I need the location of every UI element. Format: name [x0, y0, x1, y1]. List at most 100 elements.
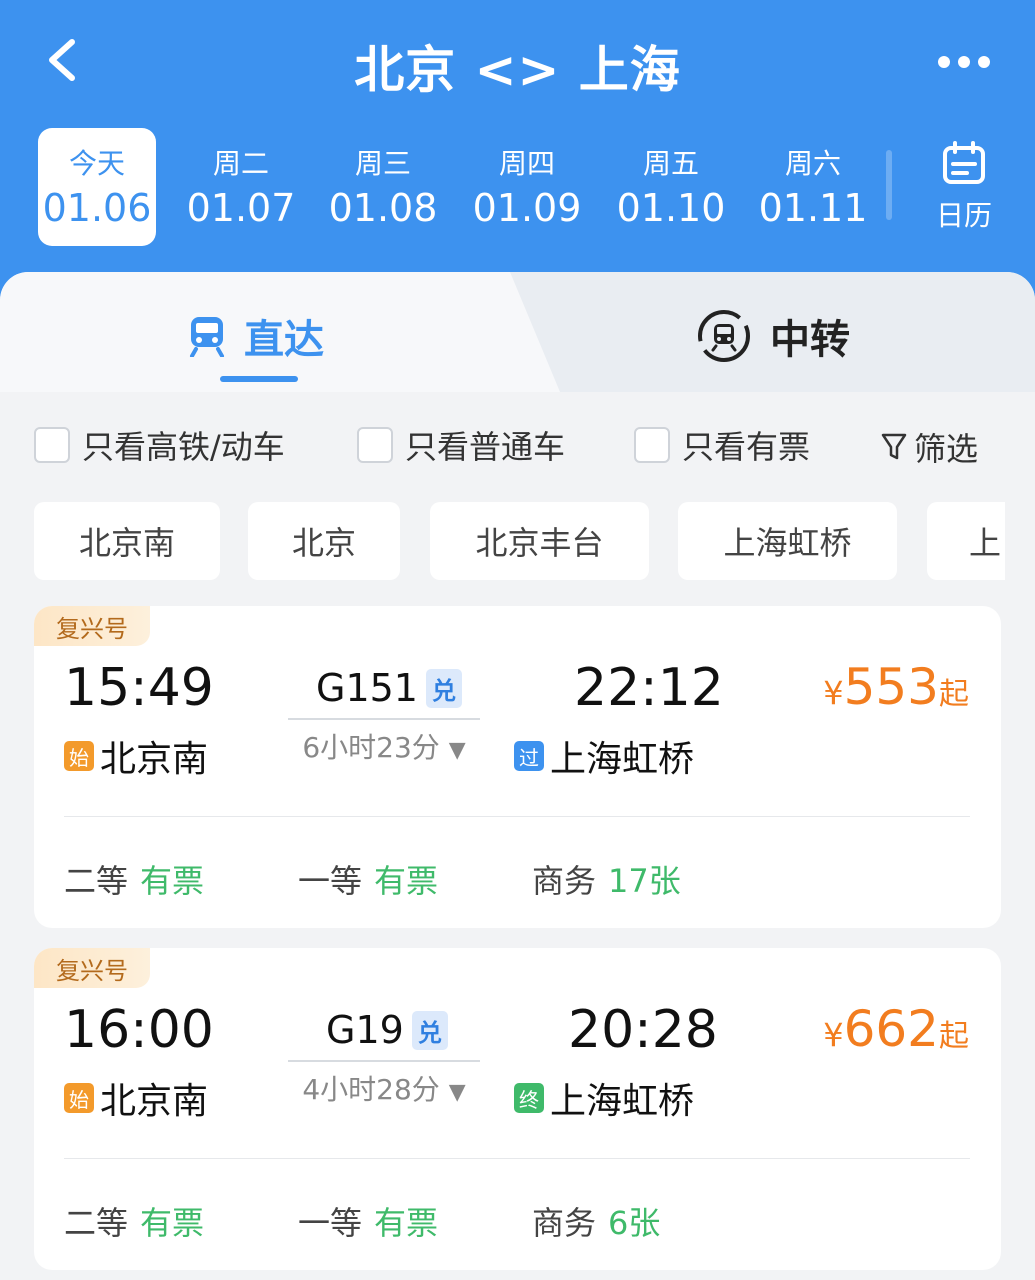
calendar-icon — [943, 141, 985, 184]
station-chip[interactable]: 北京丰台 — [430, 502, 649, 580]
seat-first-class: 一等 有票 — [298, 1198, 438, 1244]
train-icon — [190, 317, 224, 357]
train-card[interactable]: 复兴号 15:49 G151 兑 6小时23分 ▼ 22:12 始 北京南 过 … — [34, 606, 1001, 928]
seat-class: 一等 — [298, 862, 363, 900]
date-value: 01.09 — [472, 186, 582, 230]
date-item[interactable]: 周四 01.09 — [468, 128, 586, 246]
station-chip[interactable]: 北京 — [248, 502, 400, 580]
price: ¥ 662 起 — [823, 1000, 969, 1058]
train-number-text: G151 — [316, 666, 418, 710]
train-number-text: G19 — [326, 1008, 404, 1052]
date-value: 01.08 — [328, 186, 438, 230]
calendar-button[interactable]: 日历 — [918, 140, 1010, 240]
seat-status: 6张 — [608, 1204, 661, 1242]
redeem-badge: 兑 — [425, 668, 462, 708]
card-divider — [64, 816, 970, 817]
station-chip[interactable]: 上 — [927, 502, 1005, 580]
departure-time: 16:00 — [64, 1000, 214, 1060]
seat-status: 17张 — [608, 862, 681, 900]
tab-transfer-label: 中转 — [770, 317, 850, 363]
station-start-badge: 始 — [64, 741, 94, 771]
tab-transfer[interactable]: 中转 — [696, 306, 850, 366]
seat-class: 二等 — [64, 1204, 129, 1242]
filter-row: 只看高铁/动车 只看普通车 只看有票 筛选 — [0, 422, 1035, 472]
seat-business-class: 商务 6张 — [532, 1198, 660, 1244]
date-item[interactable]: 周三 01.08 — [324, 128, 442, 246]
page-title: 北京 <> 上海 — [354, 41, 681, 99]
arrival-station: 终 上海虹桥 — [514, 1072, 694, 1124]
departure-station: 始 北京南 — [64, 730, 208, 782]
date-item[interactable]: 周二 01.07 — [182, 128, 300, 246]
duration-line — [288, 718, 480, 720]
tab-direct[interactable]: 直达 — [188, 306, 324, 366]
filter-label: 只看有票 — [682, 428, 811, 466]
date-value: 01.10 — [616, 186, 726, 230]
more-button[interactable] — [929, 42, 999, 82]
station-end-badge: 终 — [514, 1083, 544, 1113]
departure-time: 15:49 — [64, 658, 214, 718]
seat-status: 有票 — [140, 1204, 205, 1242]
seat-second-class: 二等 有票 — [64, 1198, 204, 1244]
duration-toggle[interactable]: 6小时23分 ▼ — [288, 726, 480, 766]
duration-line — [288, 1060, 480, 1062]
station-chips: 北京南 北京 北京丰台 上海虹桥 上 — [0, 502, 1005, 582]
date-separator — [886, 150, 892, 220]
brand-tag: 复兴号 — [34, 948, 150, 988]
arrival-station: 过 上海虹桥 — [514, 730, 694, 782]
departure-station-name: 北京南 — [100, 1081, 209, 1122]
date-weekday: 今天 — [68, 147, 125, 180]
card-divider — [64, 1158, 970, 1159]
duration-toggle[interactable]: 4小时28分 ▼ — [288, 1068, 480, 1108]
date-weekday: 周三 — [354, 147, 411, 180]
tab-direct-label: 直达 — [244, 317, 324, 363]
date-weekday: 周五 — [642, 147, 699, 180]
train-card[interactable]: 复兴号 16:00 G19 兑 4小时28分 ▼ 20:28 始 北京南 终 上… — [34, 948, 1001, 1270]
seat-status: 有票 — [374, 862, 439, 900]
station-chip[interactable]: 北京南 — [34, 502, 220, 580]
more-dot-icon — [978, 56, 990, 68]
seat-class: 一等 — [298, 1204, 363, 1242]
checkbox[interactable] — [634, 427, 670, 463]
price: ¥ 553 起 — [823, 658, 969, 716]
filter-high-speed[interactable]: 只看高铁/动车 — [34, 422, 285, 468]
filter-normal-train[interactable]: 只看普通车 — [357, 422, 565, 468]
date-selector: 今天 01.06 周二 01.07 周三 01.08 周四 01.09 周五 0… — [38, 128, 998, 248]
arrival-time: 22:12 — [574, 658, 724, 718]
departure-station-name: 北京南 — [100, 739, 209, 780]
more-dot-icon — [958, 56, 970, 68]
seat-status: 有票 — [374, 1204, 439, 1242]
caret-down-icon: ▼ — [448, 1080, 466, 1105]
seat-first-class: 一等 有票 — [298, 856, 438, 902]
date-item-today[interactable]: 今天 01.06 — [38, 128, 156, 246]
price-amount: 662 — [843, 1000, 939, 1058]
departure-station: 始 北京南 — [64, 1072, 208, 1124]
date-item[interactable]: 周五 01.10 — [612, 128, 730, 246]
transfer-icon — [698, 310, 750, 362]
seat-class: 二等 — [64, 862, 129, 900]
seat-business-class: 商务 17张 — [532, 856, 681, 902]
arrival-time: 20:28 — [568, 1000, 718, 1060]
seat-class: 商务 — [532, 862, 597, 900]
station-start-badge: 始 — [64, 1083, 94, 1113]
currency-symbol: ¥ — [823, 674, 844, 712]
seat-second-class: 二等 有票 — [64, 856, 204, 902]
filter-available[interactable]: 只看有票 — [634, 422, 810, 468]
date-item[interactable]: 周六 01.11 — [754, 128, 872, 246]
checkbox[interactable] — [357, 427, 393, 463]
top-bar: 北京 <> 上海 — [0, 0, 1035, 120]
redeem-badge: 兑 — [411, 1010, 448, 1050]
station-pass-badge: 过 — [514, 741, 544, 771]
calendar-label: 日历 — [935, 199, 992, 232]
checkbox[interactable] — [34, 427, 70, 463]
price-suffix: 起 — [939, 1019, 969, 1054]
caret-down-icon: ▼ — [448, 738, 466, 763]
funnel-icon — [881, 433, 907, 460]
duration-text: 4小时28分 — [302, 1073, 440, 1106]
active-tab-indicator — [220, 376, 298, 382]
price-suffix: 起 — [939, 677, 969, 712]
seat-status: 有票 — [140, 862, 205, 900]
brand-tag: 复兴号 — [34, 606, 150, 646]
station-chip[interactable]: 上海虹桥 — [678, 502, 897, 580]
more-dot-icon — [938, 56, 950, 68]
filter-button[interactable]: 筛选 — [880, 424, 978, 470]
